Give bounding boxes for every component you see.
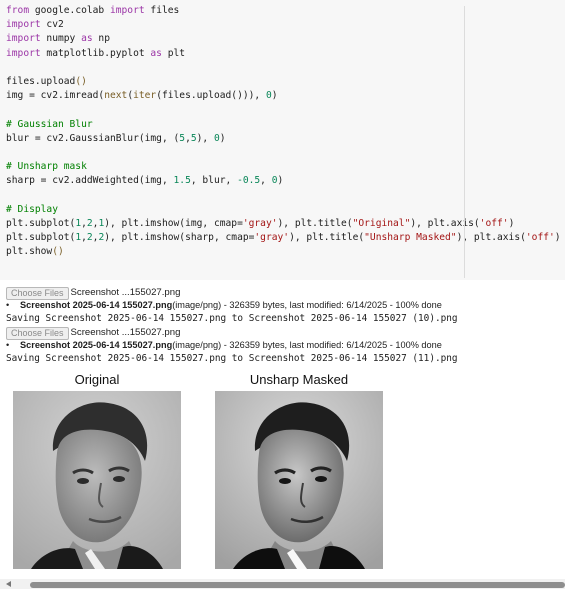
code-token: np (92, 33, 110, 45)
code-token: , (260, 175, 272, 187)
code-token: from (6, 5, 30, 16)
code-line[interactable]: plt.subplot(1,2,2), plt.imshow(sharp, cm… (6, 231, 565, 245)
code-token: ) (554, 232, 561, 243)
bullet-icon: • (6, 340, 10, 350)
code-token: ), plt.title( (289, 232, 365, 243)
uploaded-file-details: (image/png) - 326359 bytes, last modifie… (172, 300, 442, 310)
plot-title-unsharp: Unsharp Masked (249, 372, 349, 387)
code-token: import (6, 33, 41, 45)
choose-files-button[interactable]: Choose Files (6, 327, 69, 340)
code-token: 'off' (525, 232, 555, 243)
code-token: import (6, 47, 41, 59)
upload-status-1: • Screenshot 2025-06-14 155027.png(image/… (6, 300, 442, 310)
bullet-icon: • (6, 300, 10, 310)
upload-status-2: • Screenshot 2025-06-14 155027.png(image/… (6, 340, 442, 350)
code-token: "Unsharp Masked" (364, 232, 457, 243)
code-token: ), plt.axis( (456, 232, 526, 243)
saving-message-2: Saving Screenshot 2025-06-14 155027.png … (6, 353, 458, 364)
code-token: ), plt.axis( (410, 217, 480, 229)
code-token: plt.subplot( (6, 217, 76, 229)
code-token: as (150, 47, 162, 59)
plot-title-original: Original (74, 372, 120, 387)
code-token: next (104, 90, 128, 102)
code-token: -0.5 (237, 175, 261, 187)
uploaded-file-name: Screenshot 2025-06-14 155027.png (20, 340, 173, 350)
uploaded-file-details: (image/png) - 326359 bytes, last modifie… (172, 340, 442, 350)
original-image (13, 391, 181, 569)
code-line[interactable]: # Unsharp mask (6, 160, 565, 174)
code-token: ), (196, 132, 214, 144)
chosen-file-label: Screenshot ...155027.png (70, 327, 181, 338)
choose-files-button[interactable]: Choose Files (6, 287, 69, 300)
code-token: () (75, 75, 87, 87)
code-token: ) (277, 175, 284, 187)
code-line[interactable]: import numpy as np (6, 32, 565, 46)
code-token: numpy (40, 33, 82, 45)
upload-widget-1: Choose Files Screenshot ...155027.png (6, 287, 180, 300)
code-token: import (109, 5, 145, 16)
code-token: , blur, (190, 175, 238, 187)
scrollbar-thumb[interactable] (30, 582, 565, 588)
code-cell[interactable]: from google.colab import files import cv2… (0, 0, 565, 280)
code-token: blur = cv2.GaussianBlur(img, ( (6, 132, 180, 144)
code-token: # Unsharp mask (6, 161, 87, 173)
code-token: as (81, 33, 93, 45)
code-line[interactable]: # Display (6, 203, 565, 217)
code-line[interactable] (6, 61, 565, 75)
code-token: import (6, 19, 41, 31)
code-line[interactable]: files.upload() (6, 75, 565, 89)
code-token: 'gray' (254, 232, 290, 243)
code-line[interactable] (6, 146, 565, 160)
code-token: 'off' (479, 217, 509, 229)
saving-message-1: Saving Screenshot 2025-06-14 155027.png … (6, 313, 458, 324)
code-editor[interactable]: from google.colab import files import cv2… (6, 4, 565, 259)
code-token: ), plt.imshow(sharp, cmap= (104, 232, 255, 243)
code-token: google.colab (29, 5, 110, 16)
code-token: ) (271, 90, 278, 102)
chosen-file-label: Screenshot ...155027.png (70, 287, 181, 298)
code-token: (files.upload())), (156, 90, 266, 102)
code-line[interactable] (6, 188, 565, 202)
code-line[interactable]: import cv2 (6, 18, 565, 32)
code-line[interactable]: from google.colab import files (6, 4, 565, 18)
unsharp-masked-image (215, 391, 383, 569)
code-line[interactable]: import matplotlib.pyplot as plt (6, 47, 565, 61)
code-token: 1.5 (173, 175, 191, 187)
code-token: cv2 (40, 19, 64, 31)
code-token: img = cv2.imread( (6, 90, 105, 102)
code-line[interactable]: plt.show() (6, 245, 565, 259)
code-token: ) (508, 217, 515, 229)
column-ruler (464, 6, 465, 278)
code-line[interactable]: plt.subplot(1,2,1), plt.imshow(img, cmap… (6, 217, 565, 231)
code-token: files.upload (6, 75, 76, 87)
portrait-sharpened (215, 391, 383, 569)
code-token: () (52, 246, 64, 258)
upload-widget-2: Choose Files Screenshot ...155027.png (6, 327, 180, 340)
code-line[interactable]: sharp = cv2.addWeighted(img, 1.5, blur, … (6, 174, 565, 188)
code-token: ), plt.title( (277, 217, 353, 229)
code-token: plt.show (6, 246, 53, 258)
code-line[interactable]: # Gaussian Blur (6, 118, 565, 132)
code-token: iter (133, 90, 157, 102)
code-token: # Gaussian Blur (6, 118, 93, 130)
code-token: ), plt.imshow(img, cmap= (104, 217, 243, 229)
code-token: # Display (6, 203, 58, 215)
horizontal-scrollbar[interactable] (0, 579, 565, 589)
uploaded-file-name: Screenshot 2025-06-14 155027.png (20, 300, 173, 310)
code-token: plt (161, 47, 186, 59)
code-token: sharp = cv2.addWeighted(img, (6, 175, 174, 187)
code-token: "Original" (352, 217, 411, 229)
scroll-left-icon[interactable] (6, 581, 11, 587)
code-line[interactable]: img = cv2.imread(next(iter(files.upload(… (6, 89, 565, 103)
code-token: matplotlib.pyplot (40, 47, 151, 59)
code-token: ) (219, 132, 226, 144)
code-token: files (144, 5, 180, 16)
code-line[interactable]: blur = cv2.GaussianBlur(img, (5,5), 0) (6, 132, 565, 146)
code-line[interactable] (6, 103, 565, 117)
portrait-original (13, 391, 181, 569)
code-token: 'gray' (242, 217, 278, 229)
code-token: plt.subplot( (6, 232, 76, 243)
